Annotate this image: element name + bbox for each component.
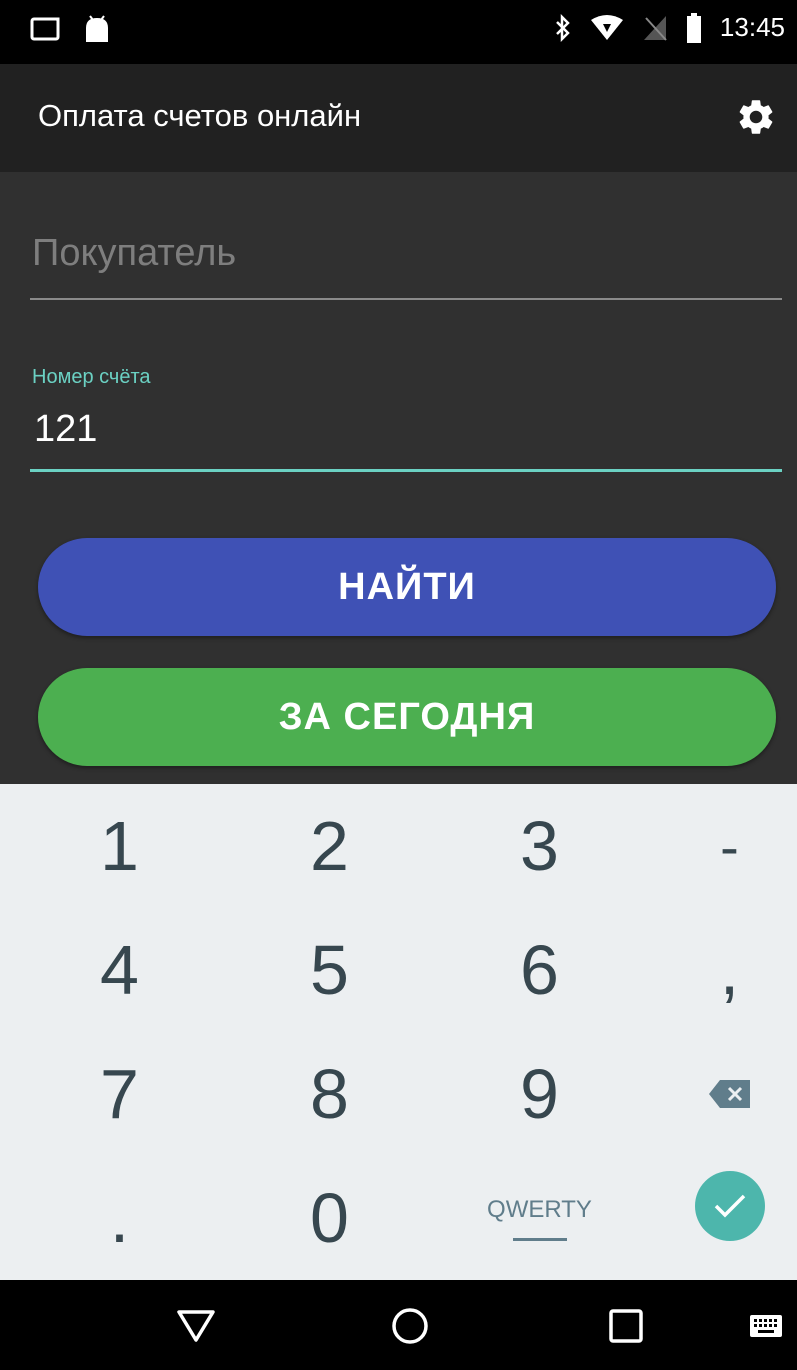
done-key[interactable] — [630, 1144, 797, 1268]
screenshot-icon — [30, 17, 60, 41]
key-5[interactable]: 5 — [230, 908, 429, 1032]
key-7[interactable]: 7 — [20, 1032, 219, 1156]
key-0[interactable]: 0 — [230, 1156, 429, 1280]
qwerty-key[interactable]: QWERTY — [440, 1156, 639, 1280]
key-2[interactable]: 2 — [230, 784, 429, 908]
back-icon — [177, 1310, 215, 1342]
key-8[interactable]: 8 — [230, 1032, 429, 1156]
numeric-keyboard: 1 2 3 - 4 5 6 , 7 8 9 . 0 QWERTY — [0, 784, 797, 1280]
status-bar: 13:45 — [0, 0, 797, 64]
key-period[interactable]: . — [20, 1156, 219, 1280]
check-icon — [714, 1194, 745, 1218]
bluetooth-icon — [556, 13, 570, 42]
app-title: Оплата счетов онлайн — [38, 98, 362, 133]
no-sim-icon — [643, 15, 667, 41]
today-button[interactable]: ЗА СЕГОДНЯ — [38, 668, 776, 766]
recents-button[interactable] — [598, 1298, 654, 1354]
home-button[interactable] — [382, 1298, 438, 1354]
backspace-icon — [708, 1080, 750, 1108]
invoice-label: Номер счёта — [32, 366, 151, 388]
qwerty-underline — [512, 1237, 567, 1241]
keyboard-icon — [750, 1315, 782, 1337]
key-comma[interactable]: , — [630, 908, 797, 1032]
key-1[interactable]: 1 — [20, 784, 219, 908]
app-bar: Оплата счетов онлайн — [0, 64, 797, 172]
key-4[interactable]: 4 — [20, 908, 219, 1032]
invoice-number-field[interactable]: 121 — [30, 398, 782, 472]
recents-icon — [609, 1309, 643, 1343]
android-icon — [86, 15, 108, 42]
find-button[interactable]: НАЙТИ — [38, 538, 776, 636]
battery-icon — [686, 12, 701, 43]
navigation-bar — [0, 1280, 797, 1370]
backspace-key[interactable] — [630, 1032, 797, 1156]
invoice-number-value: 121 — [34, 408, 98, 450]
key-6[interactable]: 6 — [440, 908, 639, 1032]
key-9[interactable]: 9 — [440, 1032, 639, 1156]
settings-button[interactable] — [735, 96, 777, 138]
status-time: 13:45 — [719, 12, 785, 42]
keyboard-switch-button[interactable] — [738, 1298, 794, 1354]
home-icon — [392, 1308, 428, 1344]
form-area: Покупатель Номер счёта 121 НАЙТИ ЗА СЕГО… — [0, 172, 797, 784]
back-button[interactable] — [168, 1298, 224, 1354]
key-dash[interactable]: - — [630, 784, 797, 908]
buyer-field[interactable]: Покупатель — [30, 232, 782, 300]
wifi-icon — [590, 14, 623, 40]
gear-icon — [739, 100, 773, 134]
key-3[interactable]: 3 — [440, 784, 639, 908]
buyer-placeholder: Покупатель — [32, 232, 237, 274]
qwerty-label: QWERTY — [487, 1195, 592, 1223]
done-button[interactable] — [694, 1171, 765, 1241]
